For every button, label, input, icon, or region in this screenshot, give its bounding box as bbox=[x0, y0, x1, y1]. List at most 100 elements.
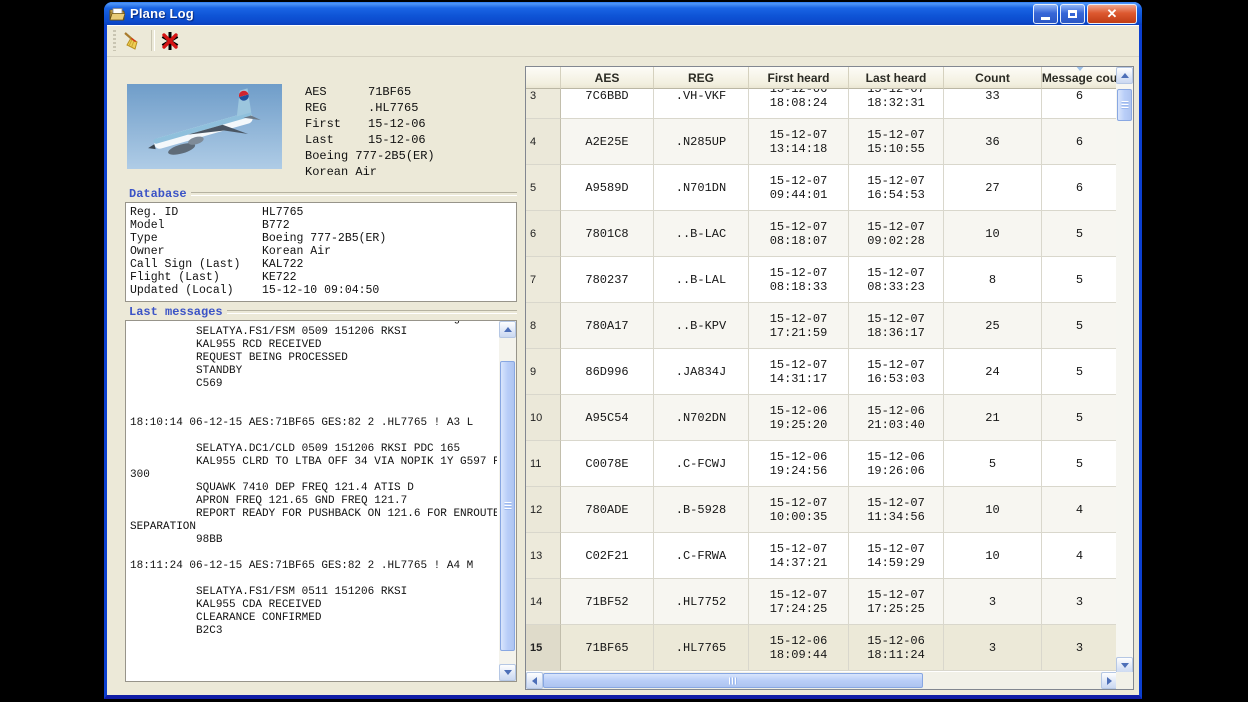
messages-text[interactable]: g SELATYA.FS1/FSM 0509 151206 RKSI KAL95… bbox=[128, 321, 497, 681]
maximize-button[interactable] bbox=[1060, 4, 1085, 24]
aes-cell[interactable]: C02F21 bbox=[561, 533, 654, 579]
aes-cell[interactable]: A95C54 bbox=[561, 395, 654, 441]
minimize-button[interactable] bbox=[1033, 4, 1058, 24]
messages-scrollbar[interactable] bbox=[499, 321, 516, 681]
table-hscroll[interactable] bbox=[526, 672, 1118, 689]
message-count-cell[interactable]: 5 bbox=[1042, 395, 1118, 441]
first-heard-cell[interactable]: 15-12-06 18:09:44 bbox=[749, 625, 849, 671]
message-count-cell[interactable]: 6 bbox=[1042, 165, 1118, 211]
last-heard-cell[interactable]: 15-12-07 15:10:55 bbox=[849, 119, 944, 165]
row-number-cell[interactable]: 6 bbox=[526, 211, 561, 257]
table-row[interactable]: 9 86D996 .JA834J 15-12-07 14:31:17 15-12… bbox=[526, 349, 1118, 395]
first-heard-cell[interactable]: 15-12-07 08:18:33 bbox=[749, 257, 849, 303]
first-heard-cell[interactable]: 15-12-06 18:08:24 bbox=[749, 89, 849, 119]
message-count-cell[interactable]: 5 bbox=[1042, 257, 1118, 303]
first-heard-cell[interactable]: 15-12-07 17:21:59 bbox=[749, 303, 849, 349]
aes-cell[interactable]: 780ADE bbox=[561, 487, 654, 533]
reg-cell[interactable]: .C-FRWA bbox=[654, 533, 749, 579]
reg-cell[interactable]: .C-FCWJ bbox=[654, 441, 749, 487]
row-number-cell[interactable]: 5 bbox=[526, 165, 561, 211]
last-heard-cell[interactable]: 15-12-06 18:11:24 bbox=[849, 625, 944, 671]
last-heard-cell[interactable]: 15-12-07 09:02:28 bbox=[849, 211, 944, 257]
reg-cell[interactable]: .N701DN bbox=[654, 165, 749, 211]
last-heard-cell[interactable]: 15-12-07 14:59:29 bbox=[849, 533, 944, 579]
first-heard-cell[interactable]: 15-12-07 13:14:18 bbox=[749, 119, 849, 165]
count-cell[interactable]: 3 bbox=[944, 579, 1042, 625]
aes-cell[interactable]: 780237 bbox=[561, 257, 654, 303]
table-row[interactable]: 4 A2E25E .N285UP 15-12-07 13:14:18 15-12… bbox=[526, 119, 1118, 165]
first-heard-cell[interactable]: 15-12-07 08:18:07 bbox=[749, 211, 849, 257]
message-count-cell[interactable]: 4 bbox=[1042, 487, 1118, 533]
count-cell[interactable]: 36 bbox=[944, 119, 1042, 165]
last-heard-cell[interactable]: 15-12-07 17:25:25 bbox=[849, 579, 944, 625]
table-row[interactable]: 8 780A17 ..B-KPV 15-12-07 17:21:59 15-12… bbox=[526, 303, 1118, 349]
messages-box[interactable]: g SELATYA.FS1/FSM 0509 151206 RKSI KAL95… bbox=[125, 320, 517, 682]
last-heard-cell[interactable]: 15-12-07 18:32:31 bbox=[849, 89, 944, 119]
first-heard-cell[interactable]: 15-12-06 19:24:56 bbox=[749, 441, 849, 487]
count-cell[interactable]: 8 bbox=[944, 257, 1042, 303]
reg-cell[interactable]: .HL7765 bbox=[654, 625, 749, 671]
last-heard-cell[interactable]: 15-12-06 21:03:40 bbox=[849, 395, 944, 441]
last-heard-cell[interactable]: 15-12-07 16:53:03 bbox=[849, 349, 944, 395]
reg-cell[interactable]: .N702DN bbox=[654, 395, 749, 441]
reg-cell[interactable]: ..B-KPV bbox=[654, 303, 749, 349]
scroll-down-button[interactable] bbox=[499, 664, 516, 681]
titlebar[interactable]: Plane Log ✕ bbox=[104, 2, 1142, 25]
table-row[interactable]: 6 7801C8 ..B-LAC 15-12-07 08:18:07 15-12… bbox=[526, 211, 1118, 257]
first-heard-cell[interactable]: 15-12-07 10:00:35 bbox=[749, 487, 849, 533]
first-heard-cell[interactable]: 15-12-07 17:24:25 bbox=[749, 579, 849, 625]
aes-cell[interactable]: C0078E bbox=[561, 441, 654, 487]
count-cell[interactable]: 21 bbox=[944, 395, 1042, 441]
table-row[interactable]: 14 71BF52 .HL7752 15-12-07 17:24:25 15-1… bbox=[526, 579, 1118, 625]
row-number-cell[interactable]: 12 bbox=[526, 487, 561, 533]
table-hscroll-thumb[interactable] bbox=[543, 673, 923, 688]
table-row[interactable]: 10 A95C54 .N702DN 15-12-06 19:25:20 15-1… bbox=[526, 395, 1118, 441]
row-number-cell[interactable]: 8 bbox=[526, 303, 561, 349]
last-heard-cell[interactable]: 15-12-07 08:33:23 bbox=[849, 257, 944, 303]
scroll-left-button[interactable] bbox=[526, 672, 543, 689]
first-heard-cell[interactable]: 15-12-07 09:44:01 bbox=[749, 165, 849, 211]
count-cell[interactable]: 33 bbox=[944, 89, 1042, 119]
count-cell[interactable]: 24 bbox=[944, 349, 1042, 395]
aes-cell[interactable]: 7801C8 bbox=[561, 211, 654, 257]
count-cell[interactable]: 10 bbox=[944, 211, 1042, 257]
last-heard-cell[interactable]: 15-12-07 18:36:17 bbox=[849, 303, 944, 349]
aes-cell[interactable]: 86D996 bbox=[561, 349, 654, 395]
table-row[interactable]: 5 A9589D .N701DN 15-12-07 09:44:01 15-12… bbox=[526, 165, 1118, 211]
header-cell-message-count[interactable]: Message cou bbox=[1042, 67, 1118, 89]
last-heard-cell[interactable]: 15-12-06 19:26:06 bbox=[849, 441, 944, 487]
count-cell[interactable]: 10 bbox=[944, 533, 1042, 579]
row-number-cell[interactable]: 13 bbox=[526, 533, 561, 579]
aes-cell[interactable]: A9589D bbox=[561, 165, 654, 211]
reg-cell[interactable]: .JA834J bbox=[654, 349, 749, 395]
message-count-cell[interactable]: 6 bbox=[1042, 89, 1118, 119]
aes-cell[interactable]: 71BF52 bbox=[561, 579, 654, 625]
message-count-cell[interactable]: 5 bbox=[1042, 441, 1118, 487]
scroll-up-button[interactable] bbox=[499, 321, 516, 338]
scroll-up-button[interactable] bbox=[1116, 67, 1133, 84]
aes-cell[interactable]: 780A17 bbox=[561, 303, 654, 349]
row-number-cell[interactable]: 11 bbox=[526, 441, 561, 487]
message-count-cell[interactable]: 5 bbox=[1042, 303, 1118, 349]
first-heard-cell[interactable]: 15-12-06 19:25:20 bbox=[749, 395, 849, 441]
reg-cell[interactable]: .VH-VKF bbox=[654, 89, 749, 119]
row-number-cell[interactable]: 4 bbox=[526, 119, 561, 165]
row-number-cell[interactable]: 10 bbox=[526, 395, 561, 441]
count-cell[interactable]: 10 bbox=[944, 487, 1042, 533]
message-count-cell[interactable]: 3 bbox=[1042, 625, 1118, 671]
reg-cell[interactable]: .N285UP bbox=[654, 119, 749, 165]
reg-cell[interactable]: .B-5928 bbox=[654, 487, 749, 533]
table-row[interactable]: 15 71BF65 .HL7765 15-12-06 18:09:44 15-1… bbox=[526, 625, 1118, 671]
count-cell[interactable]: 25 bbox=[944, 303, 1042, 349]
row-number-cell[interactable]: 15 bbox=[526, 625, 561, 671]
message-count-cell[interactable]: 6 bbox=[1042, 119, 1118, 165]
table-row[interactable]: 7 780237 ..B-LAL 15-12-07 08:18:33 15-12… bbox=[526, 257, 1118, 303]
message-count-cell[interactable]: 5 bbox=[1042, 349, 1118, 395]
header-cell-rownum[interactable] bbox=[526, 67, 561, 89]
message-count-cell[interactable]: 5 bbox=[1042, 211, 1118, 257]
table-row[interactable]: 13 C02F21 .C-FRWA 15-12-07 14:37:21 15-1… bbox=[526, 533, 1118, 579]
clean-button[interactable] bbox=[119, 28, 145, 53]
header-cell-reg[interactable]: REG bbox=[654, 67, 749, 89]
reg-cell[interactable]: ..B-LAC bbox=[654, 211, 749, 257]
aes-cell[interactable]: A2E25E bbox=[561, 119, 654, 165]
